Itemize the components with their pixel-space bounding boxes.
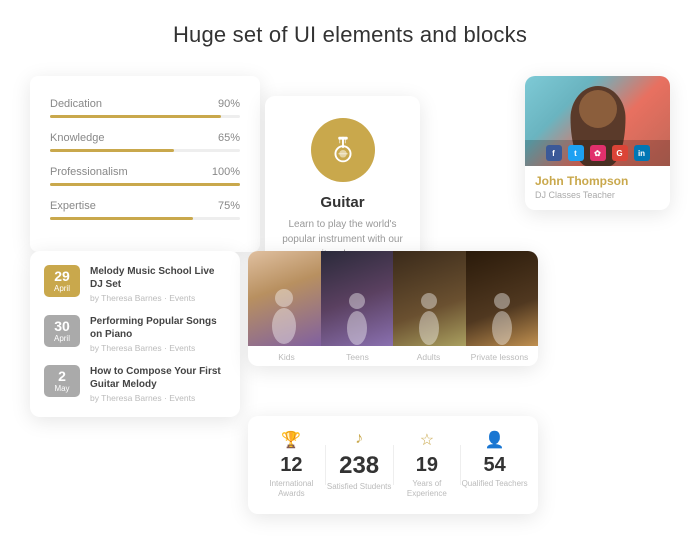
event-title-1: Performing Popular Songs on Piano — [90, 315, 226, 341]
stat-number-teachers: 54 — [461, 454, 528, 477]
photo-thumb-teens[interactable] — [321, 251, 394, 346]
progress-label-knowledge: Knowledge — [50, 132, 104, 144]
event-month-0: April — [48, 284, 76, 293]
teacher-card: f t ✿ G in John Thompson DJ Classes Teac… — [525, 76, 670, 210]
progress-item-professionalism: Professionalism 100% — [50, 166, 240, 186]
stat-item-teachers: 👤 54 Qualified Teachers — [461, 430, 528, 489]
progress-pct-knowledge: 65% — [218, 132, 240, 144]
progress-item-knowledge: Knowledge 65% — [50, 132, 240, 152]
stats-card: 🏆 12 International Awards ♪ 238 Satisfie… — [248, 416, 538, 514]
stat-item-experience: ☆ 19 Years of Experience — [394, 430, 461, 500]
teacher-head — [579, 90, 617, 128]
photo-label-adults: Adults — [394, 352, 463, 362]
teacher-info: John Thompson DJ Classes Teacher — [525, 166, 670, 210]
instagram-icon[interactable]: ✿ — [590, 145, 606, 161]
person-silhouette-teens — [343, 291, 371, 346]
guitar-title: Guitar — [279, 194, 406, 211]
stat-number-experience: 19 — [394, 454, 461, 477]
twitter-icon[interactable]: t — [568, 145, 584, 161]
stat-item-students: ♪ 238 Satisfied Students — [326, 430, 393, 492]
event-meta-2: by Theresa Barnes · Events — [90, 393, 226, 403]
guitar-icon-circle — [311, 118, 375, 182]
progress-fill-professionalism — [50, 183, 240, 186]
guitar-icon — [326, 133, 360, 167]
teacher-photo: f t ✿ G in — [525, 76, 670, 166]
stat-number-awards: 12 — [258, 454, 325, 477]
event-info-1: Performing Popular Songs on Piano by The… — [90, 315, 226, 353]
linkedin-icon[interactable]: in — [634, 145, 650, 161]
progress-track-expertise — [50, 217, 240, 220]
progress-track-dedication — [50, 115, 240, 118]
progress-item-dedication: Dedication 90% — [50, 98, 240, 118]
progress-label-dedication: Dedication — [50, 98, 102, 110]
event-info-0: Melody Music School Live DJ Set by There… — [90, 265, 226, 303]
teacher-role: DJ Classes Teacher — [535, 190, 660, 200]
progress-item-expertise: Expertise 75% — [50, 200, 240, 220]
teacher-name: John Thompson — [535, 174, 660, 188]
progress-track-knowledge — [50, 149, 240, 152]
progress-label-expertise: Expertise — [50, 200, 96, 212]
event-month-2: May — [48, 384, 76, 393]
event-item-0: 29 April Melody Music School Live DJ Set… — [44, 265, 226, 303]
events-card: 29 April Melody Music School Live DJ Set… — [30, 251, 240, 417]
photo-thumb-adults[interactable] — [393, 251, 466, 346]
stat-label-students: Satisfied Students — [326, 482, 393, 492]
progress-fill-dedication — [50, 115, 221, 118]
event-meta-0: by Theresa Barnes · Events — [90, 293, 226, 303]
event-item-1: 30 April Performing Popular Songs on Pia… — [44, 315, 226, 353]
teacher-social-bar: f t ✿ G in — [525, 140, 670, 166]
progress-pct-professionalism: 100% — [212, 166, 240, 178]
event-month-1: April — [48, 334, 76, 343]
progress-track-professionalism — [50, 183, 240, 186]
event-date-box-0: 29 April — [44, 265, 80, 297]
photo-thumb-private[interactable] — [466, 251, 539, 346]
photos-strip: Kids Teens Adults Private lessons — [248, 251, 538, 366]
stat-number-students: 238 — [326, 452, 393, 480]
person-silhouette-adults — [415, 291, 443, 346]
person-silhouette-kids — [268, 286, 300, 346]
progress-label-professionalism: Professionalism — [50, 166, 128, 178]
photos-row — [248, 251, 538, 346]
facebook-icon[interactable]: f — [546, 145, 562, 161]
stat-label-awards: International Awards — [258, 479, 325, 500]
trophy-icon: 🏆 — [258, 430, 325, 450]
event-date-box-2: 2 May — [44, 365, 80, 397]
progress-pct-expertise: 75% — [218, 200, 240, 212]
photo-thumb-kids[interactable] — [248, 251, 321, 346]
google-icon[interactable]: G — [612, 145, 628, 161]
music-note-icon: ♪ — [326, 430, 393, 448]
event-item-2: 2 May How to Compose Your First Guitar M… — [44, 365, 226, 403]
photo-label-private: Private lessons — [465, 352, 534, 362]
star-icon: ☆ — [394, 430, 461, 450]
stat-item-awards: 🏆 12 International Awards — [258, 430, 325, 500]
event-day-1: 30 — [48, 319, 76, 334]
page-title: Huge set of UI elements and blocks — [0, 0, 700, 66]
stat-label-teachers: Qualified Teachers — [461, 479, 528, 489]
event-info-2: How to Compose Your First Guitar Melody … — [90, 365, 226, 403]
person-icon: 👤 — [461, 430, 528, 450]
photo-bg-private — [466, 251, 539, 346]
event-meta-1: by Theresa Barnes · Events — [90, 343, 226, 353]
progress-fill-expertise — [50, 217, 193, 220]
photo-bg-adults — [393, 251, 466, 346]
photo-label-row: Kids Teens Adults Private lessons — [248, 346, 538, 366]
event-title-2: How to Compose Your First Guitar Melody — [90, 365, 226, 391]
stat-label-experience: Years of Experience — [394, 479, 461, 500]
photo-bg-kids — [248, 251, 321, 346]
progress-pct-dedication: 90% — [218, 98, 240, 110]
progress-fill-knowledge — [50, 149, 174, 152]
event-day-2: 2 — [48, 369, 76, 384]
event-title-0: Melody Music School Live DJ Set — [90, 265, 226, 291]
event-day-0: 29 — [48, 269, 76, 284]
cards-area: Dedication 90% Knowledge 65% Professiona… — [0, 66, 700, 546]
photo-bg-teens — [321, 251, 394, 346]
progress-card: Dedication 90% Knowledge 65% Professiona… — [30, 76, 260, 252]
photo-label-teens: Teens — [323, 352, 392, 362]
photo-label-kids: Kids — [252, 352, 321, 362]
person-silhouette-private — [488, 291, 516, 346]
event-date-box-1: 30 April — [44, 315, 80, 347]
